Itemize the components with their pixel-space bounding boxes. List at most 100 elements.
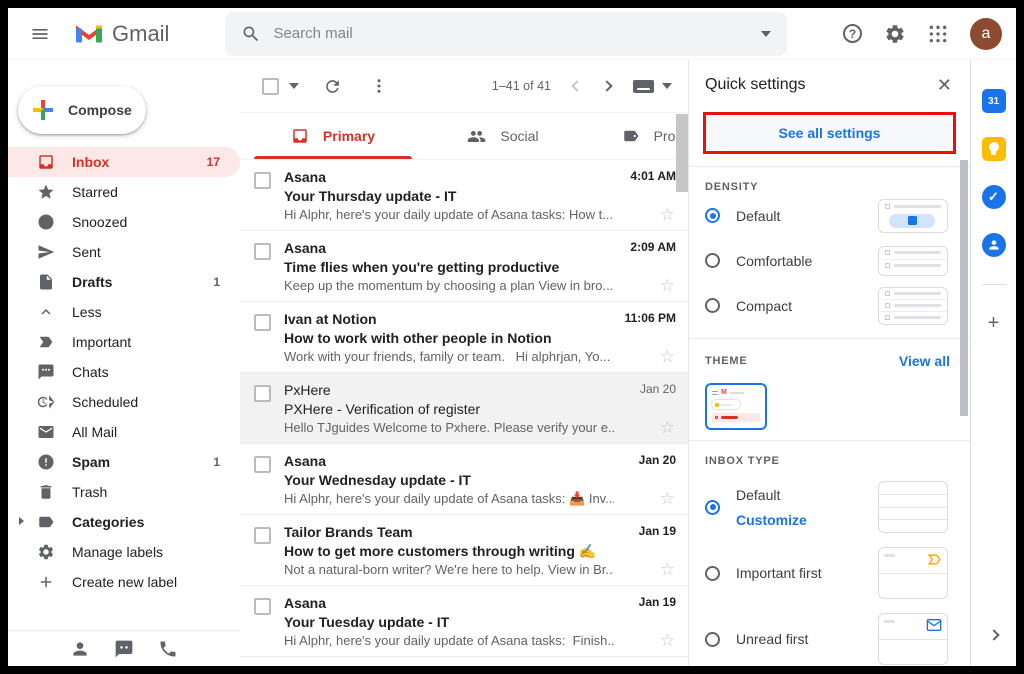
search-options-caret-icon[interactable] <box>761 30 772 37</box>
email-checkbox[interactable] <box>254 314 271 331</box>
star-icon[interactable]: ☆ <box>660 348 675 365</box>
theme-thumbnail[interactable]: M <box>705 383 767 430</box>
calendar-icon[interactable]: 31 <box>981 88 1007 114</box>
email-row[interactable]: Ivan at Notion How to work with other pe… <box>240 302 688 373</box>
star-icon[interactable]: ☆ <box>660 632 675 649</box>
sidebar-item-spam[interactable]: Spam 1 <box>8 447 240 477</box>
theme-view-all-link[interactable]: View all <box>899 353 950 369</box>
person-icon[interactable] <box>70 639 90 659</box>
email-row[interactable]: Asana Time flies when you're getting pro… <box>240 231 688 302</box>
close-icon[interactable]: ✕ <box>937 76 952 94</box>
sidebar-item-snoozed[interactable]: Snoozed <box>8 207 240 237</box>
compose-button[interactable]: Compose <box>18 86 146 134</box>
inbox-type-option-default[interactable]: Default Customize <box>705 481 956 533</box>
sidebar-item-trash[interactable]: Trash <box>8 477 240 507</box>
sidebar-item-important[interactable]: Important <box>8 327 240 357</box>
sidebar-item-manage-labels[interactable]: Manage labels <box>8 537 240 567</box>
account-avatar[interactable]: a <box>970 17 1002 50</box>
sidebar-item-all-mail[interactable]: All Mail <box>8 417 240 447</box>
tasks-icon[interactable]: ✓ <box>981 184 1007 210</box>
sidebar-item-create-new-label[interactable]: Create new label <box>8 567 240 597</box>
star-icon[interactable]: ☆ <box>660 490 675 507</box>
radio-selected-icon[interactable] <box>705 499 720 515</box>
radio-icon[interactable] <box>705 253 720 268</box>
email-row[interactable]: Asana Your Tuesday update - IT Hi Alphr,… <box>240 586 688 657</box>
radio-selected-icon[interactable] <box>705 208 720 223</box>
sidebar-footer <box>8 630 240 666</box>
newer-page-icon[interactable] <box>571 80 583 92</box>
google-apps-grid-icon[interactable] <box>928 24 948 44</box>
see-all-settings-button[interactable]: See all settings <box>706 115 953 151</box>
sidebar-item-inbox[interactable]: Inbox 17 <box>8 147 240 177</box>
draft-count: 1 <box>213 275 220 289</box>
tab-label: Primary <box>322 128 376 144</box>
tab-promotions[interactable]: Promotions <box>588 113 688 159</box>
expand-arrow-icon[interactable] <box>19 517 24 525</box>
help-icon[interactable]: ? <box>843 24 862 43</box>
select-options-caret-icon[interactable] <box>289 83 299 89</box>
phone-icon[interactable] <box>158 639 178 659</box>
email-checkbox[interactable] <box>254 598 271 615</box>
email-checkbox[interactable] <box>254 243 271 260</box>
keep-icon[interactable] <box>981 136 1007 162</box>
more-options-icon[interactable] <box>370 77 388 95</box>
tab-social[interactable]: Social <box>418 113 588 159</box>
star-icon[interactable]: ☆ <box>660 419 675 436</box>
select-all-checkbox[interactable] <box>262 77 279 95</box>
gmail-m-icon <box>76 25 102 43</box>
sidebar-item-sent[interactable]: Sent <box>8 237 240 267</box>
search-input[interactable] <box>273 25 762 42</box>
search-bar[interactable] <box>225 11 788 56</box>
add-addon-plus-icon[interactable]: + <box>988 313 1000 333</box>
inbox-type-section: INBOX TYPE Default Customize Important f… <box>689 440 970 666</box>
hangouts-icon[interactable] <box>114 639 134 659</box>
refresh-icon[interactable] <box>323 77 342 96</box>
star-icon[interactable]: ☆ <box>660 206 675 223</box>
quick-settings-scrollbar[interactable] <box>960 160 968 416</box>
topbar-actions: ? a <box>843 17 1002 50</box>
email-checkbox[interactable] <box>254 527 271 544</box>
density-option-default[interactable]: Default <box>705 193 956 238</box>
sidebar-item-categories[interactable]: Categories <box>8 507 240 537</box>
star-icon[interactable]: ☆ <box>660 561 675 578</box>
gmail-logo[interactable]: Gmail <box>74 21 169 47</box>
contacts-icon[interactable] <box>981 232 1007 258</box>
sidebar-item-scheduled[interactable]: Scheduled <box>8 387 240 417</box>
settings-gear-icon[interactable] <box>884 23 906 45</box>
inbox-type-option-important-first[interactable]: Important first <box>705 547 956 599</box>
inbox-type-option-unread-first[interactable]: Unread first <box>705 613 956 665</box>
input-tools-keyboard-icon[interactable] <box>633 79 654 93</box>
email-subject: Your Thursday update - IT <box>284 187 457 204</box>
radio-icon[interactable] <box>705 631 720 647</box>
quick-settings-title: Quick settings <box>705 76 806 93</box>
density-default-thumbnail <box>878 198 948 233</box>
collapse-chevron-right-icon[interactable] <box>987 626 1000 644</box>
email-row[interactable]: Tailor Brands Team How to get more custo… <box>240 515 688 586</box>
older-page-icon[interactable] <box>601 80 613 92</box>
sidebar-item-chats[interactable]: Chats <box>8 357 240 387</box>
sidebar-item-drafts[interactable]: Drafts 1 <box>8 267 240 297</box>
density-option-compact[interactable]: Compact <box>705 283 956 328</box>
theme-heading: THEME <box>705 355 748 367</box>
star-icon[interactable]: ☆ <box>660 277 675 294</box>
email-checkbox[interactable] <box>254 172 271 189</box>
email-row[interactable]: PxHere PXHere - Verification of register… <box>240 373 688 444</box>
input-tools-caret-icon[interactable] <box>662 83 672 89</box>
email-checkbox[interactable] <box>254 456 271 473</box>
sidebar-item-less[interactable]: Less <box>8 297 240 327</box>
inbox-tabs: Primary Social Promotions <box>240 113 688 160</box>
tab-primary[interactable]: Primary <box>248 113 418 159</box>
email-list-scrollbar[interactable] <box>676 114 688 192</box>
radio-icon[interactable] <box>705 298 720 313</box>
email-row[interactable]: Asana Your Thursday update - IT Hi Alphr… <box>240 160 688 231</box>
customize-link[interactable]: Customize <box>736 512 807 528</box>
people-icon <box>468 130 486 142</box>
email-row[interactable]: Asana Your Wednesday update - IT Hi Alph… <box>240 444 688 515</box>
density-option-comfortable[interactable]: Comfortable <box>705 238 956 283</box>
email-checkbox[interactable] <box>254 385 271 402</box>
sidebar-item-starred[interactable]: Starred <box>8 177 240 207</box>
main-menu-button[interactable] <box>28 22 52 46</box>
quick-settings-panel: Quick settings ✕ See all settings DENSIT… <box>688 60 970 666</box>
spam-icon <box>38 454 54 470</box>
radio-icon[interactable] <box>705 565 720 581</box>
